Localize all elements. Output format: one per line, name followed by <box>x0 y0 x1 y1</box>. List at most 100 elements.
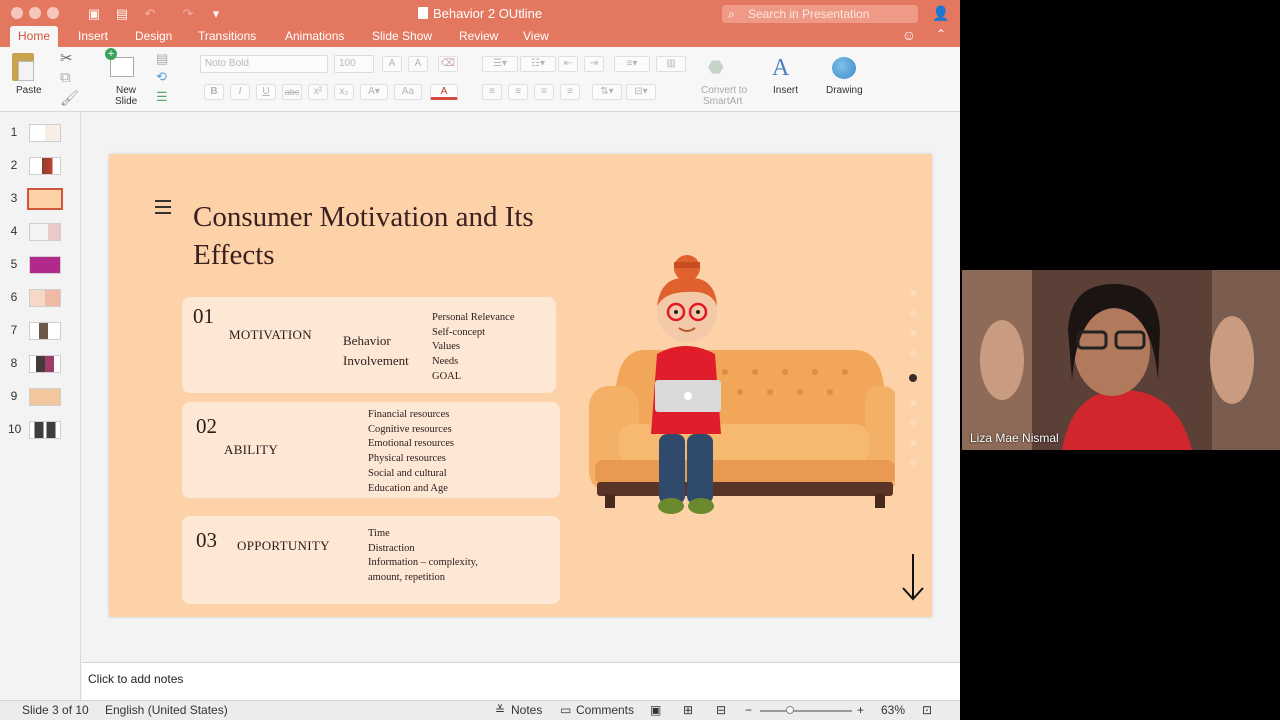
new-slide-label-2[interactable]: Slide <box>115 96 137 107</box>
convert-smartart-label[interactable]: Convert to <box>701 85 747 96</box>
smartart-icon[interactable]: ⬣ <box>708 57 736 79</box>
slide-thumbnail[interactable] <box>29 124 61 142</box>
thumbnail-row-5[interactable]: 5 <box>0 253 81 275</box>
section-icon[interactable]: ☰ <box>156 89 168 105</box>
justify-button[interactable]: ≡ <box>560 84 580 100</box>
reading-view-icon[interactable]: ⊟ <box>716 703 726 717</box>
paste-label[interactable]: Paste <box>16 85 42 96</box>
language-indicator[interactable]: English (United States) <box>105 703 228 717</box>
comments-icon[interactable]: ▭ <box>560 703 571 717</box>
zoom-level[interactable]: 63% <box>881 703 905 717</box>
slide-thumbnail[interactable] <box>29 157 61 175</box>
underline-button[interactable]: U <box>256 84 276 100</box>
strikethrough-button[interactable]: abc <box>282 84 302 100</box>
line-spacing-button[interactable]: ≡▾ <box>614 56 650 72</box>
bullets-button[interactable]: ☰▾ <box>482 56 518 72</box>
zoom-out-icon[interactable]: − <box>745 703 752 717</box>
comments-button[interactable]: Comments <box>576 703 634 717</box>
drawing-icon[interactable] <box>832 57 856 79</box>
columns-button[interactable]: ▥ <box>656 56 686 72</box>
copy-icon[interactable]: ⧉ <box>60 69 71 86</box>
tab-slide-show[interactable]: Slide Show <box>364 26 440 47</box>
bold-button[interactable]: B <box>204 84 224 100</box>
font-name-select[interactable]: Noto Bold <box>200 55 328 73</box>
insert-shapes-icon[interactable]: A <box>772 55 789 82</box>
align-right-button[interactable]: ≡ <box>534 84 554 100</box>
thumbnail-row-10[interactable]: 10 <box>0 418 81 440</box>
convert-smartart-label-2[interactable]: SmartArt <box>703 96 742 107</box>
superscript-button[interactable]: x² <box>308 84 328 100</box>
thumbnail-row-9[interactable]: 9 <box>0 385 81 407</box>
slide-thumbnail[interactable] <box>29 322 61 340</box>
paste-icon[interactable] <box>12 53 34 81</box>
change-case-button[interactable]: Aa <box>394 84 422 100</box>
font-color-button[interactable]: A <box>430 84 458 100</box>
share-icon[interactable]: 👤 <box>932 5 949 22</box>
align-text-button[interactable]: ⊟▾ <box>626 84 656 100</box>
subscript-button[interactable]: x₂ <box>334 84 354 100</box>
cut-icon[interactable]: ✂ <box>60 49 73 67</box>
thumbnail-row-7[interactable]: 7 <box>0 319 81 341</box>
zoom-slider-track[interactable] <box>760 710 852 712</box>
thumbnail-row-1[interactable]: 1 <box>0 121 81 143</box>
opportunity-card[interactable]: 03 OPPORTUNITY Time Distraction Informat… <box>182 516 560 604</box>
notes-icon[interactable]: ≚ <box>495 703 505 717</box>
clear-formatting-button[interactable]: ⌫ <box>438 56 458 72</box>
tab-home[interactable]: Home <box>10 26 59 47</box>
slide-thumbnail[interactable] <box>29 289 61 307</box>
layout-icon[interactable]: ▤ <box>156 51 168 67</box>
notes-pane[interactable]: Click to add notes <box>82 662 960 700</box>
thumbnail-row-8[interactable]: 8 <box>0 352 81 374</box>
normal-view-icon[interactable]: ▣ <box>650 703 661 717</box>
tab-transitions[interactable]: Transitions <box>190 26 264 47</box>
tab-review[interactable]: Review <box>451 26 506 47</box>
align-left-button[interactable]: ≡ <box>482 84 502 100</box>
search-input[interactable]: ⌕ Search in Presentation <box>722 5 918 23</box>
notes-button[interactable]: Notes <box>511 703 542 717</box>
shrink-font-button[interactable]: A <box>408 56 428 72</box>
tab-animations[interactable]: Animations <box>277 26 352 47</box>
format-painter-icon[interactable]: 🖌 <box>60 89 79 107</box>
insert-label[interactable]: Insert <box>773 85 798 96</box>
slide-thumbnail[interactable] <box>29 223 61 241</box>
zoom-slider-knob[interactable] <box>786 706 794 714</box>
text-direction-button[interactable]: ⇅▾ <box>592 84 622 100</box>
feedback-smiley-icon[interactable]: ☺ <box>902 27 916 43</box>
drawing-label[interactable]: Drawing <box>826 85 863 96</box>
align-center-button[interactable]: ≡ <box>508 84 528 100</box>
slide-title[interactable]: Consumer Motivation and Its Effects <box>193 198 573 274</box>
thumbnail-number: 5 <box>10 257 18 271</box>
current-slide[interactable]: Consumer Motivation and Its Effects 01 M… <box>109 154 932 617</box>
tab-design[interactable]: Design <box>127 26 180 47</box>
reset-icon[interactable]: ⟲ <box>156 69 167 85</box>
new-slide-label[interactable]: New <box>116 85 136 96</box>
new-slide-icon[interactable] <box>105 48 134 77</box>
tab-view[interactable]: View <box>515 26 557 47</box>
slide-thumbnail[interactable] <box>29 388 61 406</box>
thumbnail-row-4[interactable]: 4 <box>0 220 81 242</box>
slide-thumbnail-selected[interactable] <box>27 188 63 210</box>
slide-dot <box>910 460 916 466</box>
down-arrow-icon <box>902 554 924 601</box>
collapse-ribbon-icon[interactable]: ⌃ <box>936 27 946 41</box>
motivation-card[interactable]: 01 MOTIVATION Behavior Involvement Perso… <box>182 297 556 393</box>
thumbnail-row-6[interactable]: 6 <box>0 286 81 308</box>
font-size-select[interactable]: 100 <box>334 55 374 73</box>
increase-indent-button[interactable]: ⇥ <box>584 56 604 72</box>
thumbnail-row-2[interactable]: 2 <box>0 154 81 176</box>
slide-sorter-icon[interactable]: ⊞ <box>683 703 693 717</box>
slide-thumbnail[interactable] <box>29 355 61 373</box>
slide-thumbnail[interactable] <box>29 421 61 439</box>
zoom-in-icon[interactable]: + <box>857 703 864 717</box>
italic-button[interactable]: I <box>230 84 250 100</box>
tab-insert[interactable]: Insert <box>70 26 116 47</box>
slide-thumbnail[interactable] <box>29 256 61 274</box>
ability-card[interactable]: 02 ABILITY Financial resources Cognitive… <box>182 402 560 498</box>
fit-to-window-icon[interactable]: ⊡ <box>922 703 932 717</box>
notes-placeholder[interactable]: Click to add notes <box>88 672 183 686</box>
grow-font-button[interactable]: A <box>382 56 402 72</box>
numbering-button[interactable]: ☷▾ <box>520 56 556 72</box>
thumbnail-row-3[interactable]: 3 <box>0 187 81 210</box>
decrease-indent-button[interactable]: ⇤ <box>558 56 578 72</box>
text-highlight-button[interactable]: A▾ <box>360 84 388 100</box>
